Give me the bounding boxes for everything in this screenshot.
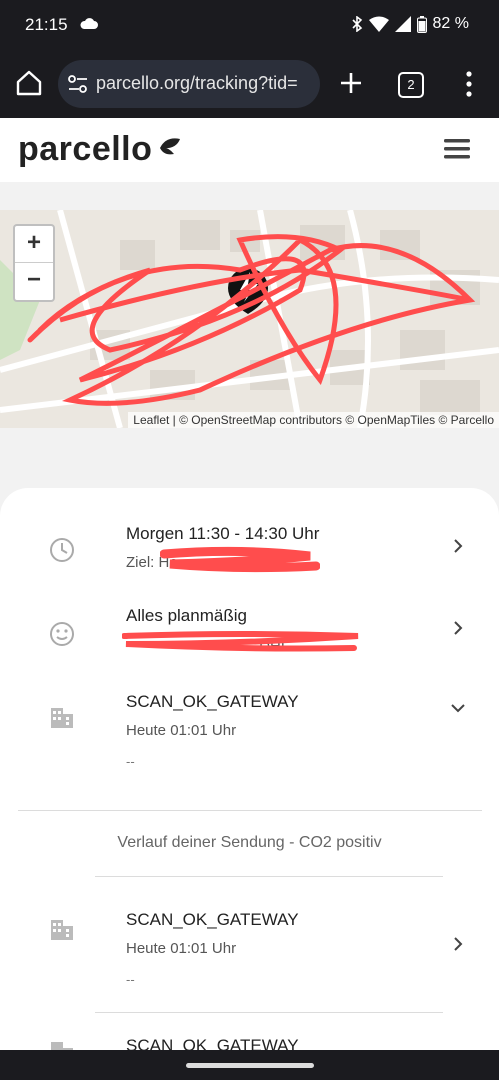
home-gesture-handle[interactable] — [186, 1063, 314, 1068]
url-text: parcello.org/tracking?tid= — [96, 73, 298, 93]
overflow-menu-icon[interactable] — [462, 70, 476, 98]
zoom-out-button[interactable]: − — [15, 263, 53, 299]
hamburger-menu-icon[interactable] — [444, 138, 470, 160]
building-icon — [51, 920, 73, 940]
battery-percent: 82 % — [432, 15, 469, 32]
latest-event-title: SCAN_OK_GATEWAY — [126, 692, 299, 711]
history-item[interactable]: SCAN_OK_GATEWAY Heute 01:01 Uhr -- — [0, 896, 499, 996]
history-divider — [95, 1012, 443, 1013]
tracking-map[interactable]: + − Leaflet | © OpenStreetMap contributo… — [0, 210, 499, 428]
cloud-icon — [80, 18, 98, 29]
status-icons: 82 % — [351, 15, 469, 33]
zoom-in-button[interactable]: + — [15, 226, 53, 263]
status-time: 21:15 — [25, 15, 68, 34]
clock-icon — [50, 538, 74, 562]
history-item-title: SCAN_OK_GATEWAY — [126, 910, 299, 929]
tab-switcher-button[interactable]: 2 — [398, 72, 424, 98]
wifi-icon — [368, 16, 389, 32]
redaction-scribble — [160, 546, 320, 573]
section-divider — [18, 810, 482, 811]
shipment-status-title: Alles planmäßig — [126, 606, 247, 625]
latest-event-row[interactable]: SCAN_OK_GATEWAY Heute 01:01 Uhr -- — [0, 684, 499, 784]
delivery-window-title: Morgen 11:30 - 14:30 Uhr — [126, 524, 320, 543]
site-settings-icon[interactable] — [68, 75, 88, 93]
history-item-note: -- — [126, 972, 135, 987]
status-bar: 21:15 82 % — [0, 0, 499, 50]
history-item[interactable]: SCAN_OK_GATEWAY — [0, 1028, 499, 1050]
building-icon — [51, 1042, 73, 1050]
zoom-control: + − — [13, 224, 55, 302]
tracking-card: Morgen 11:30 - 14:30 Uhr Ziel: He Alles … — [0, 488, 499, 1050]
leaf-logo-icon — [160, 138, 180, 155]
history-item-title: SCAN_OK_GATEWAY — [126, 1036, 299, 1050]
new-tab-icon[interactable] — [336, 68, 366, 98]
site-header: parcello — [0, 118, 499, 182]
history-heading: Verlauf deiner Sendung - CO2 positiv — [117, 834, 382, 851]
bluetooth-icon — [351, 16, 362, 32]
signal-icon — [394, 16, 411, 32]
parcello-logo[interactable]: parcello — [18, 130, 152, 169]
system-navigation-bar — [0, 1050, 499, 1080]
chevron-right-icon[interactable] — [450, 620, 466, 636]
shipment-status-row[interactable]: Alles planmäßig - DHL — [0, 600, 499, 670]
map-tiles — [0, 210, 499, 428]
address-bar[interactable]: parcello.org/tracking?tid= — [58, 60, 320, 108]
delivery-window-row[interactable]: Morgen 11:30 - 14:30 Uhr Ziel: He — [0, 518, 499, 588]
history-item-time: Heute 01:01 Uhr — [126, 940, 237, 957]
chevron-right-icon[interactable] — [450, 538, 466, 554]
latest-event-note: -- — [126, 754, 135, 769]
history-divider — [95, 876, 443, 877]
home-icon[interactable] — [14, 68, 44, 98]
smiley-icon — [50, 622, 74, 646]
chevron-right-icon[interactable] — [450, 936, 466, 952]
map-attribution[interactable]: Leaflet | © OpenStreetMap contributors ©… — [128, 412, 499, 428]
browser-toolbar: parcello.org/tracking?tid= 2 — [0, 50, 499, 118]
web-page: parcello + − Leaflet | © OpenStreetMap c… — [0, 118, 499, 1050]
latest-event-time: Heute 01:01 Uhr — [126, 722, 237, 739]
building-icon — [51, 708, 73, 728]
redaction-scribble — [122, 631, 359, 652]
battery-icon — [416, 15, 427, 33]
chevron-down-icon[interactable] — [450, 700, 466, 716]
